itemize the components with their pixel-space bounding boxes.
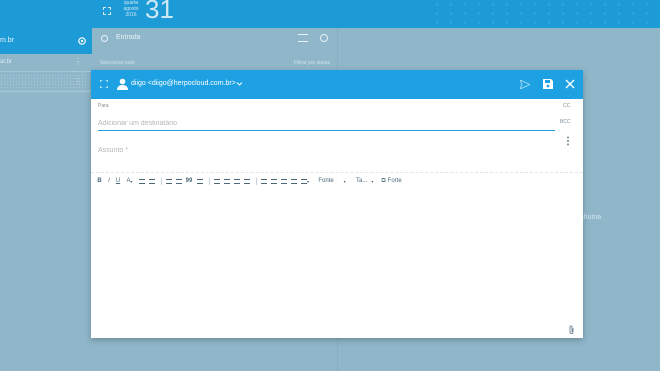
chevron-down-icon: ▾ (371, 178, 374, 184)
date-small-text: quarta agosto 2016 (123, 0, 139, 18)
chevron-down-icon: ▾ (343, 178, 346, 184)
indent-icon[interactable] (175, 177, 182, 186)
underline-button[interactable]: U (115, 177, 121, 186)
date-year: 2016 (125, 12, 137, 18)
search-bar[interactable]: Entrada (92, 28, 338, 50)
close-icon[interactable] (565, 79, 575, 89)
toolbar-divider (256, 177, 257, 185)
numbered-list-icon[interactable] (138, 177, 145, 186)
link-icon[interactable] (270, 177, 277, 186)
format-button[interactable]: ⧉ Forte (381, 177, 401, 186)
outdent-icon[interactable] (165, 177, 172, 186)
more-vert-icon[interactable]: ⋮ (74, 57, 82, 66)
font-size-select[interactable]: Ta... ▾ (356, 177, 375, 186)
format-icon: ⧉ (381, 177, 386, 184)
subject-field[interactable] (98, 144, 538, 156)
table-icon[interactable] (280, 177, 287, 186)
align-left-icon[interactable] (213, 177, 220, 186)
sidebar-item[interactable]: ar.br ⋮ (0, 54, 92, 72)
compose-dialog: diigo <diigo@herpocloud.com.br> Para CC … (91, 70, 583, 338)
filter-status[interactable]: Filtrar por status (294, 60, 330, 66)
font-family-value: Fonte (318, 178, 334, 184)
horizontal-rule-icon[interactable] (260, 177, 267, 186)
sidebar-item-label: ar.br (0, 59, 13, 65)
cc-button[interactable]: CC (563, 103, 570, 109)
bcc-button[interactable]: BCC (560, 119, 571, 125)
fullscreen-icon[interactable] (100, 80, 108, 88)
align-justify-icon[interactable] (243, 177, 250, 186)
to-field[interactable] (98, 117, 555, 131)
compose-header: diigo <diigo@herpocloud.com.br> (91, 70, 583, 99)
settings-icon[interactable] (77, 36, 87, 46)
from-account[interactable]: diigo <diigo@herpocloud.com.br> (131, 80, 236, 87)
sidebar-account[interactable]: m.br (0, 28, 92, 54)
message-body[interactable] (91, 188, 583, 328)
to-label: Para (98, 103, 109, 109)
account-name: m.br (0, 37, 14, 44)
font-size-value: Ta... (356, 178, 368, 184)
highlight-icon[interactable]: ▾ (300, 177, 310, 186)
chevron-down-icon[interactable] (236, 80, 243, 87)
italic-button[interactable]: I (106, 177, 112, 186)
sidebar-item-loading[interactable]: ⋮ (0, 74, 92, 92)
code-block-icon[interactable] (196, 177, 203, 186)
image-icon[interactable] (290, 177, 297, 186)
align-right-icon[interactable] (233, 177, 240, 186)
font-family-select[interactable]: Fonte ▾ (313, 177, 353, 186)
align-center-icon[interactable] (223, 177, 230, 186)
toolbar-divider (209, 177, 210, 185)
toolbar-divider (161, 177, 162, 185)
text-color-button[interactable]: A ▾ (124, 177, 135, 186)
editor-toolbar: B I U A ▾ 99 ▾ Fonte ▾ Ta... ▾ ⧉ Forte (96, 176, 405, 186)
search-value[interactable]: Entrada (116, 34, 141, 41)
filter-icon[interactable] (298, 34, 308, 42)
format-label: Forte (387, 178, 402, 184)
person-icon (117, 78, 128, 90)
bold-button[interactable]: B (96, 177, 103, 186)
date-widget: quarta agosto 2016 31 (95, 0, 335, 28)
fullscreen-icon[interactable] (103, 7, 111, 15)
bulleted-list-icon[interactable] (148, 177, 155, 186)
save-icon[interactable] (543, 79, 553, 89)
more-vert-icon[interactable] (565, 136, 571, 146)
more-vert-icon[interactable]: ⋮ (74, 77, 82, 86)
chevron-down-icon: ▾ (130, 178, 133, 184)
send-icon[interactable] (520, 80, 530, 89)
select-all[interactable]: Selecionar tudo (100, 60, 135, 66)
refresh-icon[interactable] (320, 34, 328, 42)
search-icon (101, 35, 108, 42)
top-bar-pattern (430, 0, 660, 28)
attachment-icon[interactable] (568, 325, 575, 335)
divider (91, 172, 583, 173)
quote-icon[interactable]: 99 (185, 177, 193, 186)
chevron-down-icon: ▾ (306, 178, 309, 184)
date-day: 31 (145, 0, 174, 24)
list-filter-row: Selecionar tudo Filtrar por status (92, 58, 338, 70)
